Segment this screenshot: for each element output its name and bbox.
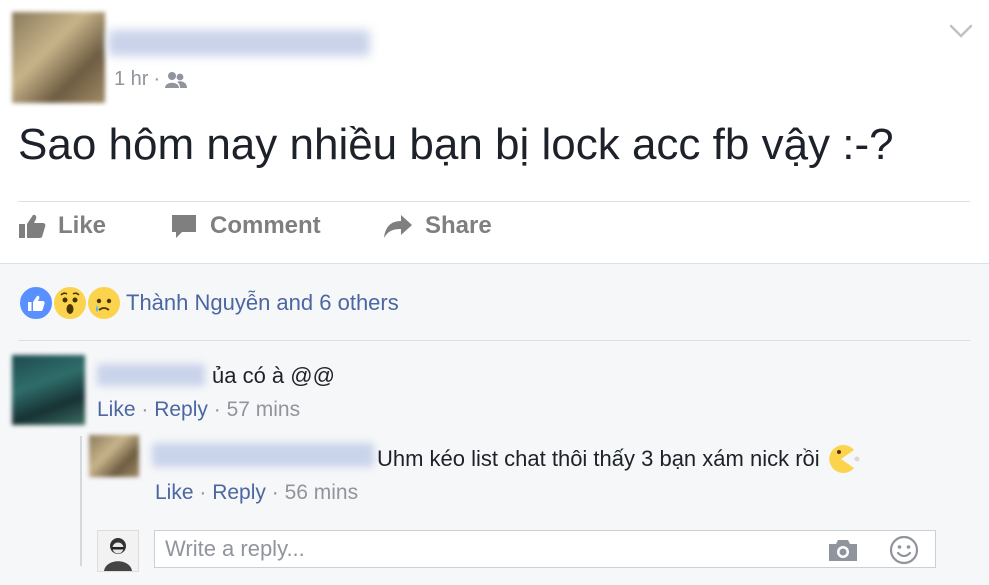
share-button[interactable]: Share <box>383 212 492 240</box>
commenter-name-blurred[interactable] <box>97 364 205 386</box>
like-label: Like <box>58 212 107 239</box>
reply-like-link[interactable]: Like <box>155 481 194 504</box>
comment-time[interactable]: 57 mins <box>227 398 301 421</box>
comment-label: Comment <box>210 212 321 239</box>
share-label: Share <box>425 212 492 239</box>
facebook-post: 1 hr · Sao hôm nay nhiều bạn bị lock acc… <box>0 0 989 585</box>
post-text: Sao hôm nay nhiều bạn bị lock acc fb vậy… <box>18 120 894 169</box>
meta-separator: · <box>153 68 161 90</box>
friends-audience-icon[interactable] <box>165 71 188 89</box>
reply-reply-link[interactable]: Reply <box>212 481 266 504</box>
reply-content: Uhm kéo list chat thôi thấy 3 bạn xám ni… <box>377 443 860 475</box>
author-name-blurred[interactable] <box>108 30 370 56</box>
divider <box>18 201 970 202</box>
reply-time[interactable]: 56 mins <box>285 481 359 504</box>
sad-icon <box>86 285 122 321</box>
commenter-avatar[interactable] <box>12 355 85 425</box>
post-actions: Like Comment Share <box>0 212 989 256</box>
reply-box <box>154 530 936 568</box>
comment-icon <box>172 215 196 238</box>
pacman-emoticon-icon <box>828 445 860 473</box>
comment-meta: Like · Reply · 57 mins <box>97 398 301 421</box>
comment-button[interactable]: Comment <box>170 212 321 240</box>
reply-input[interactable] <box>165 531 805 567</box>
reply-text: Uhm kéo list chat thôi thấy 3 bạn xám ni… <box>377 446 820 471</box>
post-time[interactable]: 1 hr <box>114 68 148 91</box>
wow-icon <box>52 285 88 321</box>
reactions-summary[interactable]: Thành Nguyễn and 6 others <box>126 290 399 316</box>
thread-line <box>80 436 82 566</box>
comment-like-link[interactable]: Like <box>97 398 136 421</box>
like-button[interactable]: Like <box>18 212 106 240</box>
thumbs-up-icon <box>19 214 46 238</box>
post-meta: 1 hr · <box>114 68 188 91</box>
author-avatar[interactable] <box>12 12 105 103</box>
smile-icon[interactable] <box>889 535 919 565</box>
reactions-bar[interactable]: Thành Nguyễn and 6 others <box>18 285 399 321</box>
reply-author-name-blurred[interactable] <box>152 443 374 467</box>
comment-text: ủa có à @@ <box>212 363 335 388</box>
chevron-down-icon[interactable] <box>948 20 974 42</box>
reply-author-avatar[interactable] <box>89 435 139 477</box>
share-arrow-icon <box>384 215 412 238</box>
reply-meta: Like · Reply · 56 mins <box>155 481 359 504</box>
like-icon <box>18 285 54 321</box>
comment-reply-link[interactable]: Reply <box>154 398 208 421</box>
divider <box>18 340 970 341</box>
camera-icon[interactable] <box>827 537 859 563</box>
divider <box>0 263 989 264</box>
current-user-avatar[interactable] <box>97 530 139 572</box>
